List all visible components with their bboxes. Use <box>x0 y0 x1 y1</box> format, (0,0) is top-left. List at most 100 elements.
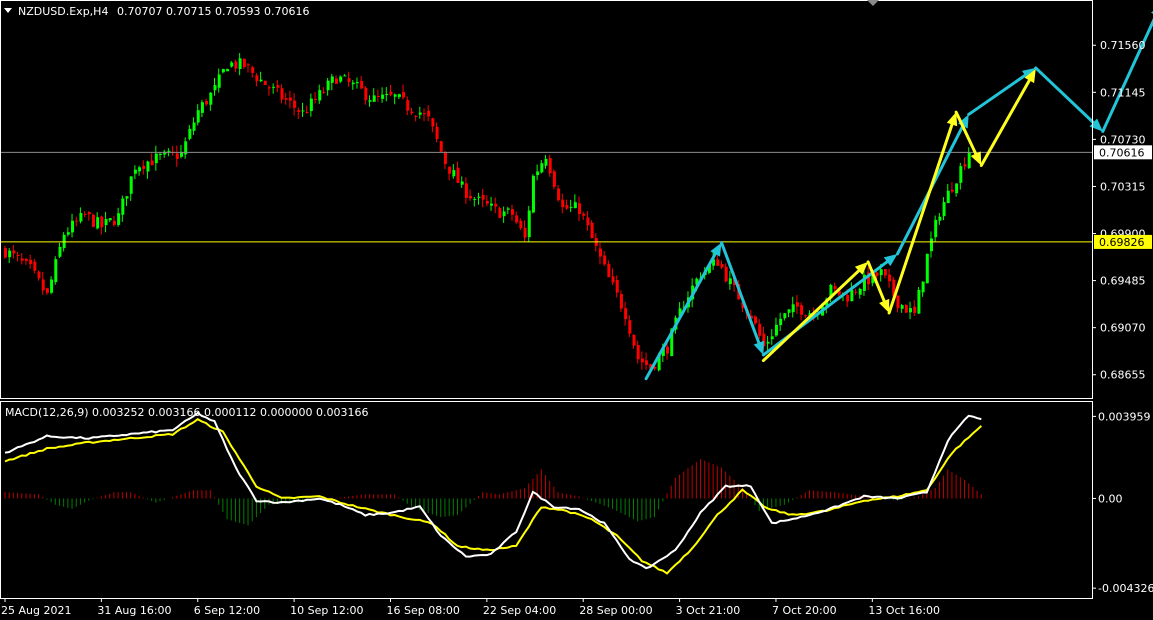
candle <box>925 253 929 284</box>
candle-body <box>481 194 485 200</box>
candle-body <box>293 100 297 108</box>
candle-body <box>716 259 720 266</box>
candle-body <box>351 82 355 85</box>
macd-y-tick-label: -0.004326 <box>1098 582 1153 595</box>
candle-body <box>24 258 28 261</box>
level-price-label: 0.69826 <box>1099 236 1145 249</box>
candle-body <box>188 128 192 139</box>
candle-body <box>795 302 799 307</box>
candle-body <box>619 294 623 309</box>
candle-body <box>347 78 351 83</box>
candle-body <box>439 141 443 152</box>
candle-body <box>494 203 498 207</box>
candle-body <box>477 196 481 198</box>
candle-body <box>628 320 632 334</box>
candle-body <box>213 85 217 91</box>
candle-body <box>108 218 112 221</box>
candle-body <box>565 205 569 209</box>
candle <box>91 213 95 228</box>
candle-body <box>138 167 142 172</box>
candle-body <box>728 278 732 285</box>
candle <box>527 205 531 243</box>
candle-body <box>536 171 540 176</box>
candle-body <box>598 248 602 257</box>
candle-body <box>632 334 636 346</box>
candle-body <box>427 110 431 117</box>
candle-body <box>150 160 154 166</box>
y-tick-label: 0.68655 <box>1100 369 1146 382</box>
candle-body <box>66 232 70 235</box>
x-tick-label: 28 Sep 00:00 <box>579 604 652 617</box>
candle-body <box>540 163 544 173</box>
candle-body <box>360 80 364 89</box>
candle-body <box>804 315 808 317</box>
candle-body <box>221 69 225 73</box>
candle-body <box>4 248 7 258</box>
candle-body <box>230 62 234 67</box>
candle-body <box>561 199 565 208</box>
candle-body <box>79 213 83 222</box>
y-tick-label: 0.70315 <box>1100 180 1146 193</box>
candle-body <box>142 165 146 169</box>
candle <box>917 287 921 314</box>
candle-body <box>196 110 200 123</box>
x-tick-label: 31 Aug 16:00 <box>97 604 171 617</box>
candle-body <box>339 76 343 82</box>
candle-body <box>502 211 506 217</box>
candle-body <box>91 214 95 227</box>
candle-body <box>280 88 284 100</box>
candle-body <box>946 190 950 204</box>
candle-body <box>435 126 439 140</box>
candle-body <box>774 324 778 336</box>
candle-body <box>247 64 251 66</box>
candle-body <box>129 176 133 194</box>
price-chart-canvas[interactable]: 0.715600.711450.707300.703150.699000.694… <box>0 0 1153 620</box>
candle-body <box>498 208 502 218</box>
candle-body <box>87 212 91 215</box>
candle-body <box>464 183 468 198</box>
candle-body <box>858 288 862 295</box>
candle-body <box>523 227 527 238</box>
candle-body <box>431 118 435 127</box>
candle-body <box>322 91 326 93</box>
candle-body <box>393 94 397 97</box>
symbol-label: NZDUSD.Exp,H4 <box>18 5 108 18</box>
candle <box>531 174 535 214</box>
candle-body <box>335 78 339 84</box>
candle-body <box>355 82 359 84</box>
candle <box>590 220 594 239</box>
candle-body <box>16 254 20 256</box>
candle-body <box>372 95 376 102</box>
candle-body <box>154 153 158 164</box>
candle-body <box>301 110 305 112</box>
candle-body <box>37 271 41 279</box>
x-tick-label: 16 Sep 08:00 <box>386 604 459 617</box>
candle-body <box>234 61 238 69</box>
candle-body <box>418 112 422 115</box>
candle-body <box>112 220 116 225</box>
ohlc-values: 0.70707 0.70715 0.70593 0.70616 <box>117 5 309 18</box>
candle-body <box>636 344 640 360</box>
candle-body <box>510 209 514 215</box>
candle-body <box>929 238 933 252</box>
candle-body <box>896 295 900 309</box>
candle-body <box>179 152 183 157</box>
candle <box>439 140 443 153</box>
candle-body <box>297 110 301 113</box>
candle-body <box>900 305 904 309</box>
candle-body <box>913 306 917 313</box>
candle <box>904 304 908 313</box>
candle-body <box>645 360 649 365</box>
candle-body <box>640 358 644 363</box>
candle-body <box>909 308 913 313</box>
candle-body <box>121 198 125 215</box>
y-tick-label: 0.69485 <box>1100 275 1146 288</box>
candle <box>263 80 267 86</box>
candle-body <box>54 259 58 283</box>
candle-body <box>314 98 318 100</box>
candle-body <box>443 152 447 165</box>
candle-body <box>402 92 406 98</box>
candle-body <box>175 153 179 159</box>
candle-body <box>217 74 221 88</box>
candle-body <box>573 202 577 209</box>
